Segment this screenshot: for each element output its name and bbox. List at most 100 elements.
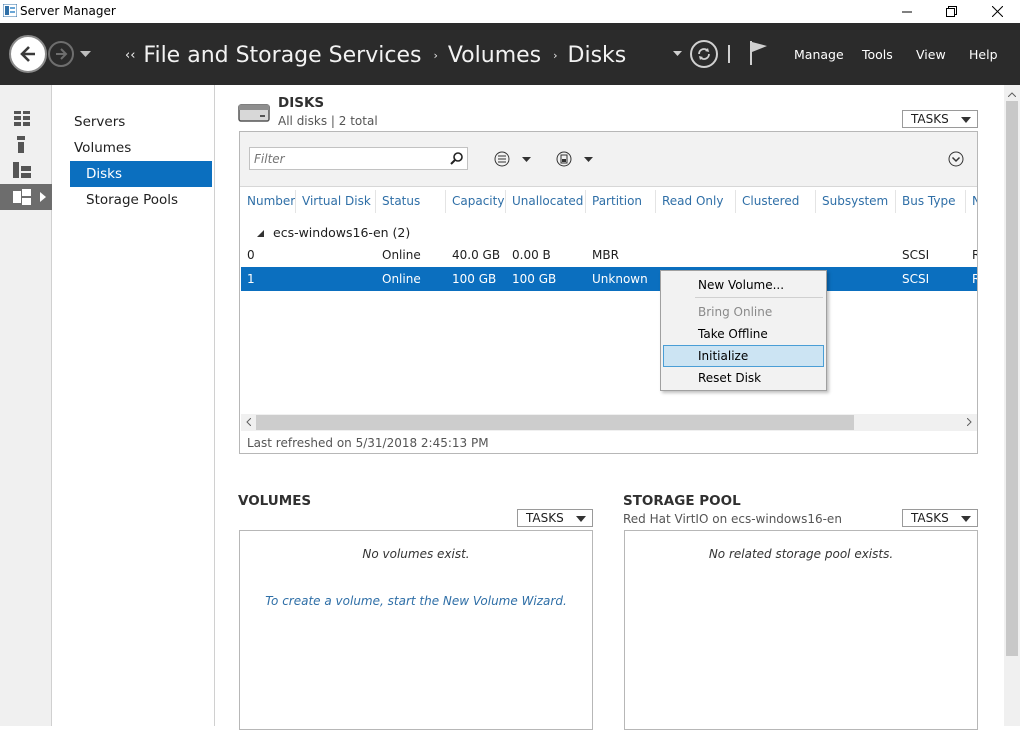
disks-tasks-label: TASKS: [911, 112, 949, 126]
scroll-right-icon[interactable]: [967, 418, 972, 426]
tasks-dropdown-icon: [961, 516, 971, 522]
back-icon: [20, 46, 35, 62]
menu-item-new-volume[interactable]: New Volume...: [698, 275, 784, 295]
search-icon[interactable]: [450, 151, 464, 165]
local-server-icon[interactable]: [17, 136, 25, 153]
refresh-icon: [698, 48, 710, 60]
storage-pool-tasks-button[interactable]: TASKS: [902, 509, 978, 527]
close-button[interactable]: [974, 0, 1020, 23]
no-volumes-text: No volumes exist.: [362, 547, 470, 561]
refresh-button[interactable]: [690, 40, 718, 68]
disks-title: DISKS: [278, 95, 325, 111]
disk-name: R: [972, 248, 977, 262]
disk-drive-icon: [238, 104, 270, 122]
tasks-dropdown-icon: [576, 516, 586, 522]
disk-capacity: 100 GB: [452, 272, 497, 286]
menu-item-take-offline[interactable]: Take Offline: [698, 324, 768, 344]
save-query-button[interactable]: [556, 149, 598, 169]
nav-item-disks[interactable]: Disks: [70, 161, 212, 187]
list-options-icon: [494, 151, 510, 167]
breadcrumb-file-storage[interactable]: File and Storage Services: [143, 43, 421, 68]
column-header-virtual-disk[interactable]: Virtual Disk: [296, 190, 376, 213]
vertical-scroll-thumb[interactable]: [1006, 101, 1018, 656]
column-header-capacity[interactable]: Capacity: [446, 190, 506, 213]
file-storage-icon: [13, 189, 31, 205]
expand-arrow-icon: [40, 192, 46, 202]
storage-pool-subtitle: Red Hat VirtIO on ecs-windows16-en: [623, 512, 842, 526]
menu-tools[interactable]: Tools: [862, 47, 893, 62]
column-header-number[interactable]: Number: [241, 190, 296, 213]
disks-panel: Number Virtual Disk Status Capacity Unal…: [239, 131, 978, 454]
horizontal-scrollbar[interactable]: [241, 414, 977, 431]
volumes-tasks-button[interactable]: TASKS: [517, 509, 593, 527]
disk-number: 1: [247, 272, 255, 286]
server-manager-app-icon: [3, 4, 17, 17]
header-divider: [728, 45, 730, 63]
column-header-bus-type[interactable]: Bus Type: [896, 190, 966, 213]
back-button[interactable]: [9, 35, 47, 73]
column-header-unallocated[interactable]: Unallocated: [506, 190, 586, 213]
menu-item-bring-online: Bring Online: [698, 305, 773, 319]
filter-input[interactable]: [249, 147, 468, 170]
refresh-dropdown-icon[interactable]: [673, 51, 682, 57]
disk-partition: MBR: [592, 248, 619, 262]
breadcrumb: ‹‹ File and Storage Services › Volumes ›…: [125, 41, 626, 69]
menu-help[interactable]: Help: [969, 47, 998, 62]
maximize-button[interactable]: [928, 0, 974, 23]
forward-icon: [56, 48, 68, 60]
breadcrumb-back-icon[interactable]: ‹‹: [125, 48, 135, 63]
close-icon: [991, 6, 1003, 17]
minimize-icon: [902, 11, 912, 12]
disk-unallocated: 100 GB: [512, 272, 557, 286]
tasks-dropdown-icon: [961, 117, 971, 123]
column-header-partition[interactable]: Partition: [586, 190, 656, 213]
group-collapse-icon[interactable]: [257, 230, 264, 237]
table-row-selected[interactable]: 1 Online 100 GB 100 GB Unknown SCSI R: [241, 267, 977, 291]
storage-pool-tasks-label: TASKS: [911, 511, 949, 525]
column-header-subsystem[interactable]: Subsystem: [816, 190, 896, 213]
horizontal-scroll-thumb[interactable]: [256, 415, 854, 430]
nav-item-volumes[interactable]: Volumes: [74, 135, 131, 161]
nav-item-servers[interactable]: Servers: [74, 109, 125, 135]
history-dropdown-icon[interactable]: [80, 51, 91, 58]
disks-subtitle: All disks | 2 total: [278, 114, 378, 128]
menu-item-reset-disk[interactable]: Reset Disk: [698, 368, 761, 388]
nav-item-storage-pools[interactable]: Storage Pools: [86, 187, 178, 213]
list-options-button[interactable]: [494, 149, 536, 169]
header-bar: ‹‹ File and Storage Services › Volumes ›…: [0, 23, 1020, 85]
menu-manage[interactable]: Manage: [794, 47, 844, 62]
column-header-read-only[interactable]: Read Only: [656, 190, 736, 213]
left-icon-rail: [0, 85, 52, 726]
chevron-down-icon: [522, 157, 531, 162]
scroll-up-icon[interactable]: [1008, 92, 1016, 97]
column-header-status[interactable]: Status: [376, 190, 446, 213]
menu-item-initialize[interactable]: Initialize: [698, 346, 748, 366]
disk-bus-type: SCSI: [902, 272, 930, 286]
volumes-panel: No volumes exist. To create a volume, st…: [239, 530, 593, 730]
all-servers-icon[interactable]: [13, 162, 31, 178]
new-volume-wizard-link[interactable]: To create a volume, start the New Volume…: [240, 594, 592, 608]
last-refreshed-text: Last refreshed on 5/31/2018 2:45:13 PM: [247, 436, 489, 450]
column-header-name[interactable]: N: [966, 190, 977, 213]
breadcrumb-volumes[interactable]: Volumes: [448, 43, 541, 68]
dashboard-icon[interactable]: [14, 111, 30, 126]
vertical-scrollbar[interactable]: [1004, 85, 1020, 726]
disk-name: R: [972, 272, 977, 286]
disk-status: Online: [382, 248, 421, 262]
expand-collapse-icon[interactable]: [948, 151, 964, 167]
save-query-icon: [556, 151, 572, 167]
forward-button[interactable]: [48, 41, 74, 67]
disks-tasks-button[interactable]: TASKS: [902, 110, 978, 128]
breadcrumb-disks: Disks: [567, 42, 627, 68]
menu-view[interactable]: View: [916, 47, 946, 62]
volumes-title: VOLUMES: [238, 493, 312, 509]
storage-pool-panel: No related storage pool exists.: [624, 530, 978, 730]
column-header-clustered[interactable]: Clustered: [736, 190, 816, 213]
file-storage-rail-item[interactable]: [0, 184, 52, 210]
disk-unallocated: 0.00 B: [512, 248, 551, 262]
minimize-button[interactable]: [884, 0, 930, 23]
scroll-left-icon[interactable]: [246, 418, 251, 426]
chevron-down-icon: [584, 157, 593, 162]
window-title-bar: Server Manager: [0, 0, 1020, 23]
notifications-flag-icon[interactable]: [748, 40, 770, 66]
